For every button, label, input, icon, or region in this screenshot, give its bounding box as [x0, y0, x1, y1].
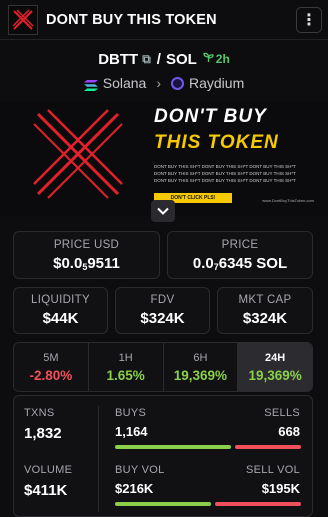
- tab-1h[interactable]: 1H 1.65%: [88, 343, 164, 391]
- red-x-graphic: [33, 109, 123, 199]
- buy-vol-label: BUY VOL: [115, 464, 165, 476]
- tab-6h[interactable]: 6H 19,369%: [163, 343, 239, 391]
- tab-label: 6H: [193, 351, 208, 364]
- tab-label: 5M: [43, 351, 59, 364]
- txns-label: TXNS: [24, 407, 55, 419]
- sells-ratio-bar: [235, 445, 301, 449]
- price-usd-value: $0.059511: [53, 254, 120, 272]
- tab-label: 1H: [118, 351, 133, 364]
- token-title: DONT BUY THIS TOKEN: [46, 11, 217, 28]
- chevron-right-icon: ›: [156, 75, 161, 91]
- more-vertical-icon[interactable]: ⋮: [296, 6, 322, 33]
- banner-fine-print: DONT BUY THIS SH*T DONT BUY THIS SH*T DO…: [154, 171, 296, 176]
- sell-vol-label: SELL VOL: [246, 464, 300, 476]
- top-bar: DONT BUY THIS TOKEN ⋮: [0, 0, 328, 40]
- base-symbol: DBTT: [98, 50, 139, 68]
- pair-age-badge: 2h: [203, 52, 230, 66]
- fdv-label: FDV: [150, 294, 175, 306]
- price-change: 19,369%: [173, 367, 228, 383]
- txn-stats-panel: TXNS 1,832 BUYS 1,164 SELLS 668 VOLUME $…: [13, 395, 313, 517]
- solana-icon: [83, 78, 98, 91]
- price-sol-value: 0.076345 SOL: [192, 254, 288, 272]
- pair-age: 2h: [215, 52, 230, 66]
- price-change: 1.65%: [106, 367, 145, 383]
- buys-value: 1,164: [115, 424, 148, 439]
- banner-fine-print: DONT BUY THIS SH*T DONT BUY THIS SH*T DO…: [154, 178, 296, 183]
- price-usd-card: PRICE USD $0.059511: [13, 231, 160, 279]
- price-sol-card: PRICE 0.076345 SOL: [167, 231, 313, 279]
- pair-symbol-row: DBTT ⧉ / SOL 2h: [0, 48, 328, 70]
- buy-vol-value: $216K: [115, 481, 154, 496]
- seedling-icon: [203, 52, 214, 66]
- timeframe-tabs: 5M -2.80% 1H 1.65% 6H 19,369% 24H 19,369…: [13, 342, 313, 392]
- tab-24h[interactable]: 24H 19,369%: [238, 343, 312, 391]
- liquidity-value: $44K: [42, 310, 79, 327]
- buy-vol-ratio-bar: [115, 502, 211, 506]
- dex-link-raydium[interactable]: Raydium: [189, 75, 244, 91]
- liquidity-label: LIQUIDITY: [31, 294, 90, 306]
- banner-site: www.DontBuyThisToken.com: [262, 198, 314, 203]
- market-cap-value: $324K: [242, 310, 288, 327]
- buys-label: BUYS: [115, 407, 147, 419]
- fdv-card: FDV $324K: [115, 287, 210, 334]
- price-usd-label: PRICE USD: [53, 238, 120, 251]
- volume-value: $411K: [24, 482, 68, 499]
- volume-label: VOLUME: [24, 464, 73, 476]
- liquidity-card: LIQUIDITY $44K: [13, 287, 108, 334]
- market-cap-label: MKT CAP: [238, 294, 292, 306]
- token-banner-image: DON'T BUY THIS TOKEN DONT BUY THIS SH*T …: [0, 102, 328, 216]
- tab-5m[interactable]: 5M -2.80%: [14, 343, 89, 391]
- tab-label: 24H: [265, 351, 286, 364]
- chain-breadcrumb: Solana › Raydium: [0, 72, 328, 94]
- stats-divider: [98, 406, 99, 512]
- sell-vol-value: $195K: [261, 481, 300, 496]
- pair-separator: /: [156, 50, 161, 68]
- token-logo: [8, 4, 38, 35]
- sells-value: 668: [278, 424, 300, 439]
- price-sol-label: PRICE: [221, 238, 259, 251]
- banner-fine-print: DONT BUY THIS SH*T DONT BUY THIS SH*T DO…: [154, 164, 296, 169]
- chain-link-solana[interactable]: Solana: [103, 75, 147, 91]
- txns-value: 1,832: [24, 425, 62, 442]
- buys-ratio-bar: [115, 445, 231, 449]
- copy-icon[interactable]: ⧉: [142, 52, 151, 67]
- price-change: 19,369%: [248, 367, 302, 383]
- price-change: -2.80%: [29, 367, 73, 383]
- banner-headline-1: DON'T BUY: [154, 106, 267, 127]
- sell-vol-ratio-bar: [215, 502, 301, 506]
- fdv-value: $324K: [140, 310, 185, 327]
- quote-symbol: SOL: [165, 50, 197, 68]
- chevron-down-icon[interactable]: [151, 200, 175, 222]
- market-cap-card: MKT CAP $324K: [217, 287, 313, 334]
- raydium-icon: [171, 76, 184, 90]
- banner-headline-2: THIS TOKEN: [154, 132, 279, 153]
- sells-label: SELLS: [264, 407, 300, 419]
